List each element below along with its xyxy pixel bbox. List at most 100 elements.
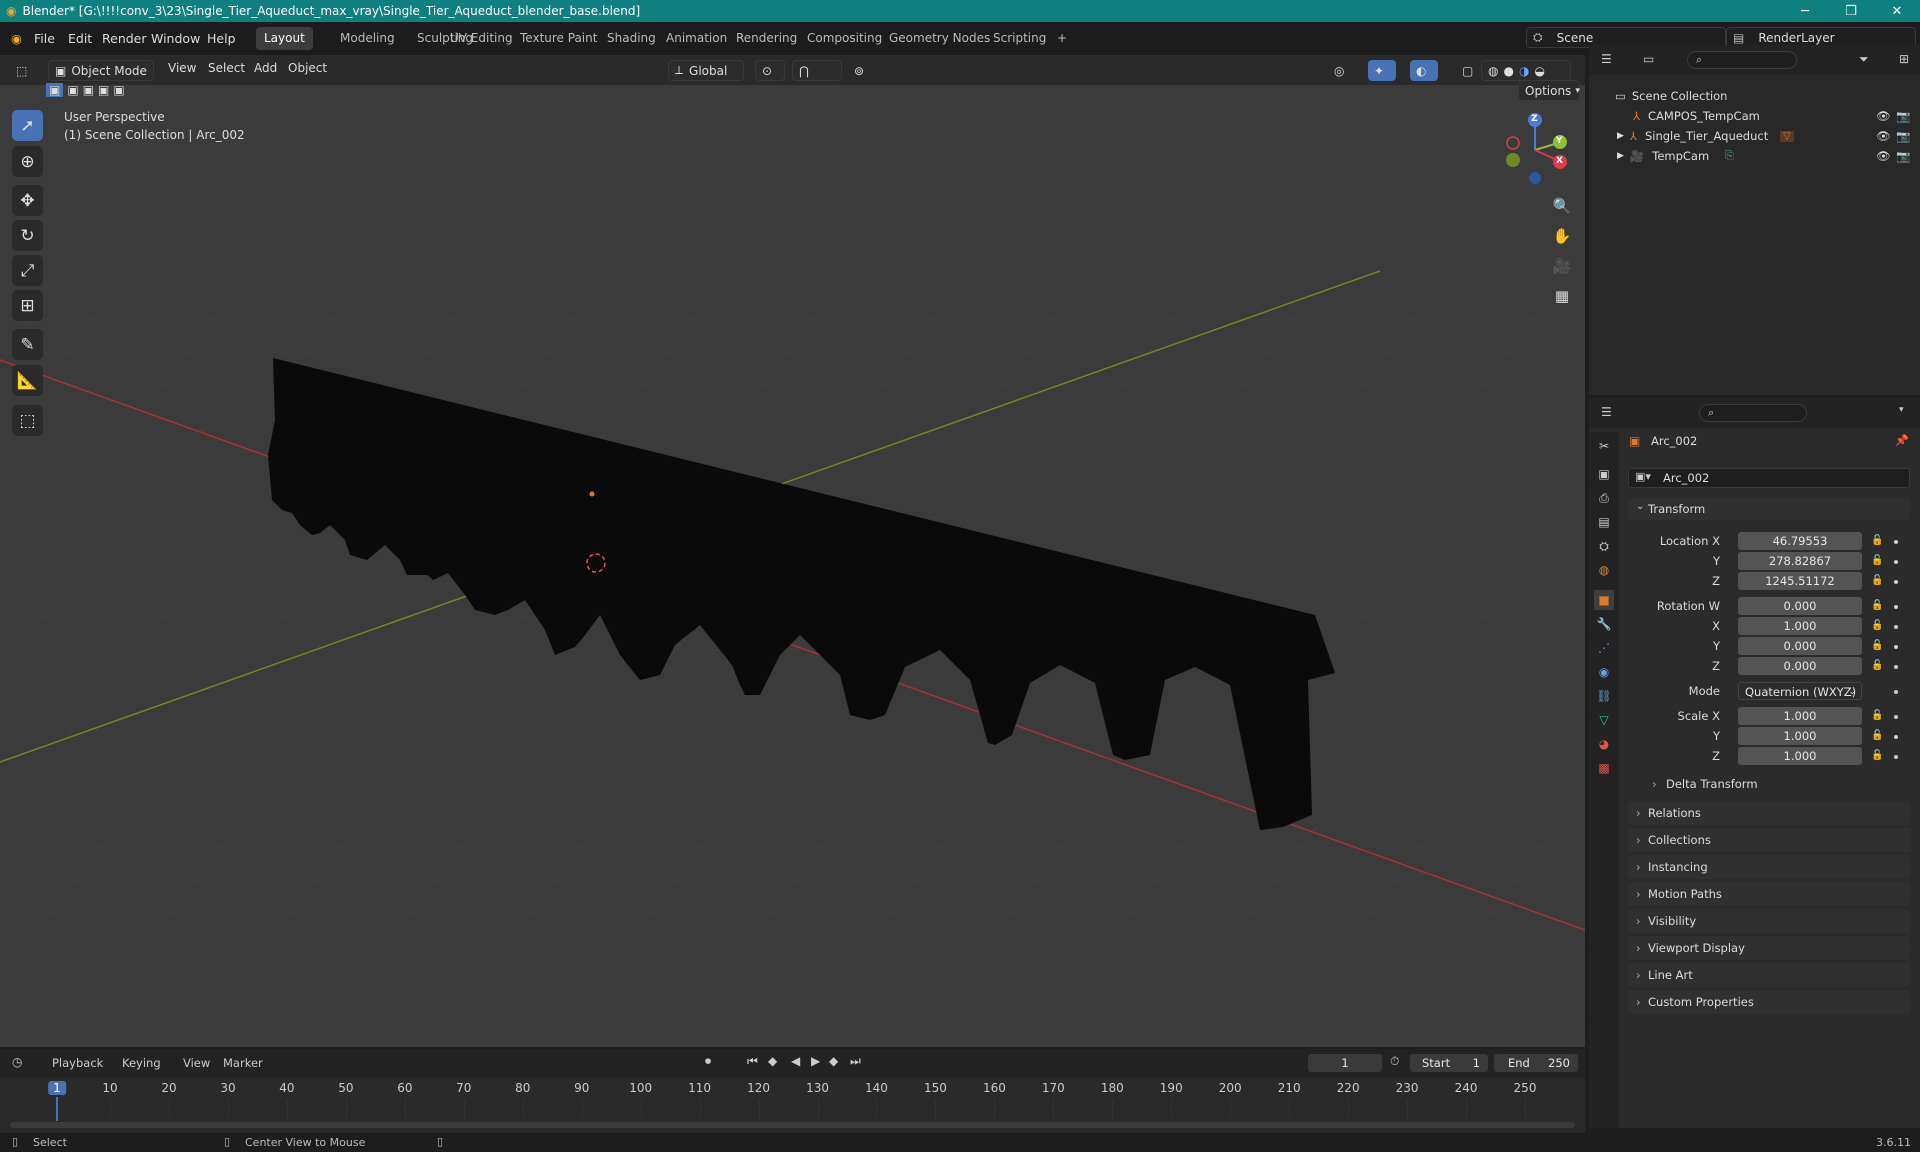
delta-transform-subpanel[interactable]: › Delta Transform (1644, 773, 1910, 795)
outliner-editor-icon[interactable]: ☰ (1601, 52, 1612, 66)
xray-toggle[interactable]: ▢ (1456, 60, 1476, 81)
tab-geometry-nodes[interactable]: Geometry Nodes (881, 27, 998, 50)
relations-panel[interactable]: Relations (1628, 801, 1910, 825)
keyframe-dot-icon[interactable] (1894, 645, 1898, 649)
select-intersect-icon[interactable]: ▣ (98, 83, 109, 97)
render-tab-icon[interactable]: ▣ (1594, 464, 1614, 484)
select-extend-icon[interactable]: ▣ (67, 83, 78, 97)
keyframe-dot-icon[interactable] (1894, 625, 1898, 629)
options-button[interactable]: Options ▾ (1518, 80, 1580, 101)
properties-editor-icon[interactable]: ☰ (1601, 405, 1612, 419)
close-button[interactable]: ✕ (1874, 0, 1920, 22)
visibility-menu[interactable]: ◎ (1328, 60, 1366, 81)
pan-button[interactable]: ✋ (1548, 222, 1576, 250)
lock-icon[interactable]: 🔓 (1871, 600, 1883, 614)
display-mode-icon[interactable]: ▭ (1643, 52, 1654, 66)
rotate-tool[interactable]: ↻ (12, 220, 43, 251)
object-name-field[interactable]: ▣▾ Arc_002 (1628, 468, 1910, 488)
timeline-scrollbar[interactable] (10, 1122, 1575, 1128)
lock-icon[interactable]: 🔓 (1871, 660, 1883, 674)
keyframe-dot-icon[interactable] (1894, 735, 1898, 739)
viewport-display-panel[interactable]: Viewport Display (1628, 936, 1910, 960)
output-tab-icon[interactable]: ⎙ (1594, 488, 1614, 508)
chevron-down-icon[interactable]: ▾ (1899, 405, 1904, 415)
outliner-row-scene-collection[interactable]: ▭ Scene Collection (1589, 86, 1920, 106)
navigation-gizmo[interactable] (1490, 110, 1570, 190)
keyframe-dot-icon[interactable] (1894, 540, 1898, 544)
playhead[interactable] (56, 1097, 58, 1121)
keyframe-dot-icon[interactable] (1894, 605, 1898, 609)
visibility-panel[interactable]: Visibility (1628, 909, 1910, 933)
outliner-row-tempcam[interactable]: ▶ 🎥 TempCam ⎘ 👁 📷 (1589, 146, 1920, 166)
viewport-menu-select[interactable]: Select (208, 55, 245, 85)
viewport-menu-add[interactable]: Add (254, 55, 277, 85)
move-tool[interactable]: ✥ (12, 185, 43, 216)
transform-panel-header[interactable]: ⌄ Transform (1628, 498, 1910, 520)
viewport-menu-object[interactable]: Object (288, 55, 327, 85)
zoom-button[interactable]: 🔍 (1548, 192, 1576, 220)
lock-icon[interactable]: 🔓 (1871, 750, 1883, 764)
keyframe-dot-icon[interactable] (1894, 665, 1898, 669)
rotation-w-field[interactable]: 0.000 (1738, 597, 1862, 615)
select-subtract-icon[interactable]: ▣ (83, 83, 94, 97)
eye-icon[interactable]: 👁 (1876, 149, 1891, 163)
pivot-selector[interactable]: ⊙ (755, 60, 785, 81)
proportional-toggle[interactable]: ⊚ (848, 60, 894, 81)
orientation-selector[interactable]: ⟂ Global (668, 60, 744, 81)
filter-icon[interactable]: ⏷ (1859, 52, 1869, 67)
eye-icon[interactable]: 👁 (1876, 109, 1891, 123)
overlay-toggle[interactable]: ◐ (1410, 60, 1438, 81)
mode-selector[interactable]: ▣ Object Mode (48, 60, 154, 81)
shading-modes[interactable]: ◍ ● ◑ ◒ (1481, 60, 1571, 81)
properties-search-input[interactable]: ⌕ (1699, 404, 1807, 422)
lock-icon[interactable]: 🔓 (1871, 575, 1883, 589)
outliner-row-aqueduct[interactable]: ▶ ⅄ Single_Tier_Aqueduct ▽ 👁 📷 (1589, 126, 1920, 146)
tool-tab-icon[interactable]: ✂ (1594, 436, 1614, 456)
motion-paths-panel[interactable]: Motion Paths (1628, 882, 1910, 906)
view-layer-tab-icon[interactable]: ▤ (1594, 512, 1614, 532)
tab-shading[interactable]: Shading (599, 27, 664, 50)
tab-compositing[interactable]: Compositing (799, 27, 890, 50)
ortho-toggle-button[interactable]: ▦ (1548, 282, 1576, 310)
minimize-button[interactable]: ─ (1782, 0, 1828, 22)
select-new-icon[interactable]: ▣ (46, 82, 64, 97)
tab-rendering[interactable]: Rendering (728, 27, 805, 50)
rotation-z-field[interactable]: 0.000 (1738, 657, 1862, 675)
measure-tool[interactable]: 📐 (12, 365, 43, 396)
scale-x-field[interactable]: 1.000 (1738, 707, 1862, 725)
camera-view-button[interactable]: 🎥 (1548, 252, 1576, 280)
collections-panel[interactable]: Collections (1628, 828, 1910, 852)
keyframe-dot-icon[interactable] (1894, 755, 1898, 759)
annotate-tool[interactable]: ✎ (12, 329, 43, 360)
3d-viewport[interactable]: ⬚ ▣ Object Mode View Select Add Object ⟂… (0, 55, 1585, 1047)
lock-icon[interactable]: 🔓 (1871, 535, 1883, 549)
add-workspace-button[interactable]: + (1049, 27, 1075, 50)
viewport-menu-view[interactable]: View (168, 55, 196, 85)
camera-render-icon[interactable]: 📷 (1896, 149, 1910, 163)
keyframe-dot-icon[interactable] (1894, 560, 1898, 564)
location-z-field[interactable]: 1245.51172 (1738, 572, 1862, 590)
lock-icon[interactable]: 🔓 (1871, 710, 1883, 724)
location-x-field[interactable]: 46.79553 (1738, 532, 1862, 550)
eye-icon[interactable]: 👁 (1876, 129, 1891, 143)
camera-render-icon[interactable]: 📷 (1896, 129, 1910, 143)
editor-type-button[interactable]: ⬚ (10, 60, 40, 81)
keyframe-dot-icon[interactable] (1894, 690, 1898, 694)
pin-icon[interactable]: 📌 (1895, 434, 1909, 447)
material-shading-icon[interactable]: ◑ (1519, 64, 1529, 78)
cursor-tool[interactable]: ⊕ (12, 146, 43, 177)
select-box-tool[interactable]: ➚ (12, 110, 43, 141)
gizmo-toggle[interactable]: ✦ (1368, 60, 1396, 81)
lock-icon[interactable]: 🔓 (1871, 555, 1883, 569)
rotation-y-field[interactable]: 0.000 (1738, 637, 1862, 655)
tab-texture-paint[interactable]: Texture Paint (512, 27, 605, 50)
rendered-shading-icon[interactable]: ◒ (1534, 64, 1544, 78)
line-art-panel[interactable]: Line Art (1628, 963, 1910, 987)
blender-menu-icon[interactable]: ◉ (11, 22, 22, 55)
rotation-mode-select[interactable]: Quaternion (WXYZ) ⌄ (1738, 682, 1862, 700)
scale-y-field[interactable]: 1.000 (1738, 727, 1862, 745)
lock-icon[interactable]: 🔓 (1871, 640, 1883, 654)
menu-file[interactable]: File (34, 22, 55, 55)
tab-layout[interactable]: Layout (256, 27, 313, 50)
tab-uv-editing[interactable]: UV Editing (442, 27, 521, 50)
